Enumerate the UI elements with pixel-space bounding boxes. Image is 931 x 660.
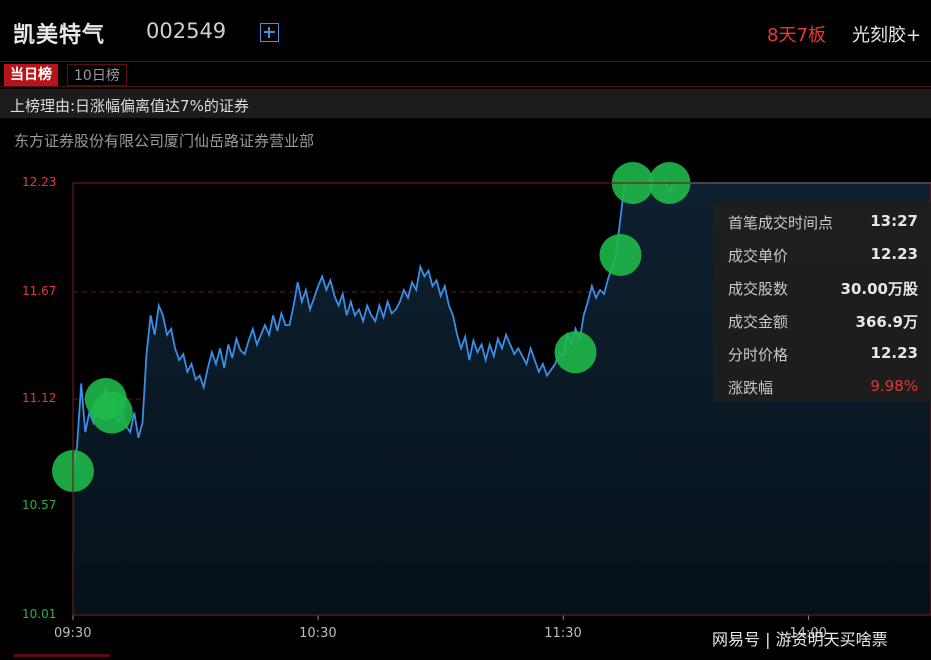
tooltip-label: 分时价格	[728, 346, 789, 364]
tooltip-value: 30.00万股	[840, 280, 918, 298]
y-tick-label: 10.01	[22, 607, 57, 621]
y-tick-label: 12.23	[22, 175, 57, 189]
tooltip-row: 成交金额 366.9万	[713, 303, 931, 336]
tooltip-row: 涨跌幅 9.98%	[713, 369, 931, 402]
tooltip-label: 成交金额	[728, 313, 789, 331]
trade-marker[interactable]	[90, 391, 133, 434]
watermark: 网易号 | 游资明天买啥票	[712, 630, 888, 649]
tab-underline	[14, 654, 110, 657]
x-tick-label: 11:30	[544, 626, 582, 641]
tooltip-row: 成交单价 12.23	[713, 237, 931, 270]
tooltip-value: 12.23	[870, 344, 918, 362]
tooltip-row: 分时价格 12.23	[713, 336, 931, 369]
y-tick-label: 11.12	[22, 391, 57, 405]
tooltip-label: 涨跌幅	[728, 379, 774, 397]
tooltip-value: 366.9万	[855, 313, 918, 331]
tooltip-value: 13:27	[870, 212, 918, 230]
tooltip-change-value: 9.98%	[870, 377, 918, 395]
trade-marker[interactable]	[599, 234, 642, 276]
tooltip-label: 成交单价	[728, 247, 789, 265]
trade-tooltip: 首笔成交时间点 13:27 成交单价 12.23 成交股数 30.00万股 成交…	[713, 202, 931, 402]
trade-marker[interactable]	[554, 331, 597, 374]
tooltip-row: 首笔成交时间点 13:27	[713, 204, 931, 237]
tooltip-label: 成交股数	[728, 280, 789, 298]
x-tick-label: 09:30	[54, 626, 92, 641]
tooltip-value: 12.23	[870, 245, 918, 263]
tooltip-label: 首笔成交时间点	[728, 214, 834, 232]
x-tick-label: 10:30	[299, 626, 337, 641]
y-tick-label: 10.57	[22, 498, 57, 513]
y-tick-label: 11.67	[22, 283, 57, 298]
tooltip-row: 成交股数 30.00万股	[713, 270, 931, 303]
